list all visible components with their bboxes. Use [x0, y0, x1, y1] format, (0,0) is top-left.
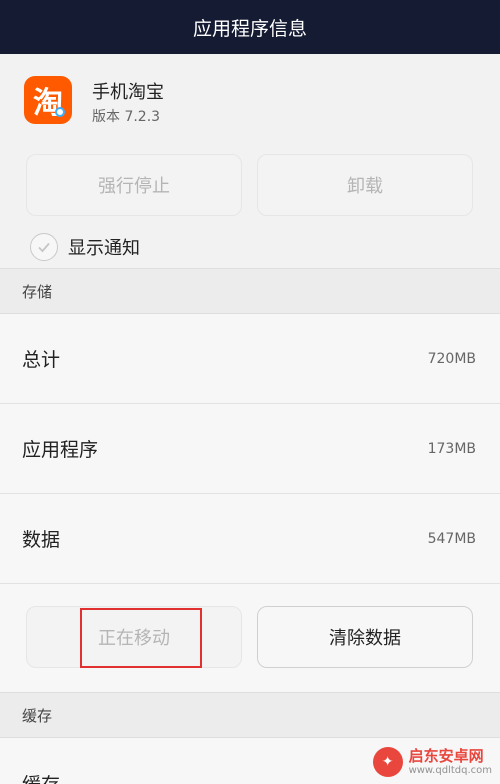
- storage-row-total: 总计 720MB: [0, 314, 500, 404]
- storage-section-header: 存储: [0, 268, 500, 314]
- clear-data-button[interactable]: 清除数据: [257, 606, 473, 668]
- row-value: 720MB: [427, 350, 476, 367]
- checkmark-icon[interactable]: [30, 233, 58, 261]
- clear-data-label: 清除数据: [329, 628, 401, 649]
- storage-row-data: 数据 547MB: [0, 494, 500, 584]
- title-bar: 应用程序信息: [0, 0, 500, 54]
- row-label: 总计: [22, 349, 61, 371]
- storage-header-label: 存储: [22, 282, 53, 301]
- uninstall-label: 卸载: [347, 176, 383, 197]
- page-title: 应用程序信息: [192, 17, 307, 40]
- app-icon-badge: [55, 107, 65, 117]
- watermark-title: 启东安卓网: [408, 747, 484, 766]
- watermark-logo-icon: ✦: [372, 747, 403, 777]
- cache-section-header: 缓存: [0, 692, 500, 738]
- cache-row-label: 缓存: [22, 770, 60, 784]
- force-stop-label: 强行停止: [98, 176, 170, 197]
- app-name: 手机淘宝: [92, 82, 164, 103]
- row-label: 应用程序: [22, 439, 99, 461]
- show-notification-label: 显示通知: [68, 238, 140, 259]
- row-value: 547MB: [427, 530, 476, 547]
- taobao-app-icon: 淘: [24, 76, 72, 124]
- row-value: 173MB: [427, 440, 476, 457]
- cache-header-label: 缓存: [22, 706, 53, 725]
- watermark: ✦ 启东安卓网 www.qdltdq.com: [372, 744, 492, 780]
- app-version: 版本 7.2.3: [92, 109, 161, 125]
- row-label: 数据: [22, 529, 61, 551]
- annotation-highlight-box: [80, 608, 202, 668]
- uninstall-button[interactable]: 卸载: [257, 154, 473, 216]
- storage-actions: 正在移动 清除数据: [0, 584, 500, 692]
- force-stop-button[interactable]: 强行停止: [26, 154, 242, 216]
- storage-row-app: 应用程序 173MB: [0, 404, 500, 494]
- watermark-url: www.qdltdq.com: [408, 764, 492, 776]
- app-header: 淘 手机淘宝 版本 7.2.3 强行停止 卸载 显示通知: [0, 54, 500, 268]
- show-notification-toggle[interactable]: 显示通知: [30, 232, 140, 262]
